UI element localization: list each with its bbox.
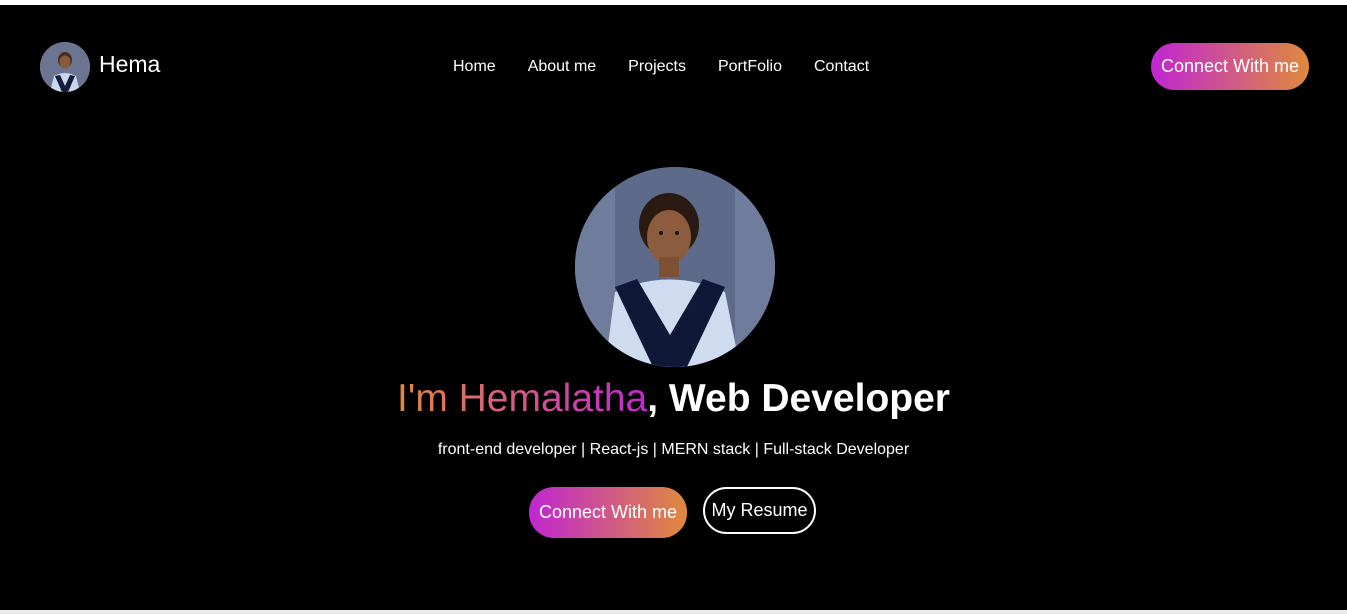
nav-menu: Home About me Projects PortFolio Contact xyxy=(453,58,869,76)
nav-link-home[interactable]: Home xyxy=(453,58,496,76)
nav-connect-button[interactable]: Connect With me xyxy=(1151,43,1309,90)
brand-avatar xyxy=(40,42,90,92)
hero-title-name: I'm Hemalatha xyxy=(397,377,648,420)
hero-title-role: , Web Developer xyxy=(647,377,950,420)
brand-name: Hema xyxy=(99,50,161,77)
nav-link-portfolio[interactable]: PortFolio xyxy=(718,58,782,76)
nav-link-contact[interactable]: Contact xyxy=(814,58,869,76)
profile-photo-icon xyxy=(575,167,775,367)
nav-link-about[interactable]: About me xyxy=(528,58,596,76)
hero-subtitle: front-end developer | React-js | MERN st… xyxy=(437,441,910,458)
nav-link-projects[interactable]: Projects xyxy=(628,58,686,76)
brand[interactable]: Hema xyxy=(40,42,160,92)
resume-button[interactable]: My Resume xyxy=(703,487,816,534)
hero-photo xyxy=(575,167,775,367)
hero-connect-button[interactable]: Connect With me xyxy=(529,487,687,538)
hero-title: I'm Hemalatha, Web Developer xyxy=(0,377,1347,421)
hero-actions: Connect With me My Resume xyxy=(529,487,816,538)
page: Hema Home About me Projects PortFolio Co… xyxy=(0,5,1347,610)
profile-photo-icon xyxy=(40,42,90,92)
bottom-strip xyxy=(0,610,1347,614)
